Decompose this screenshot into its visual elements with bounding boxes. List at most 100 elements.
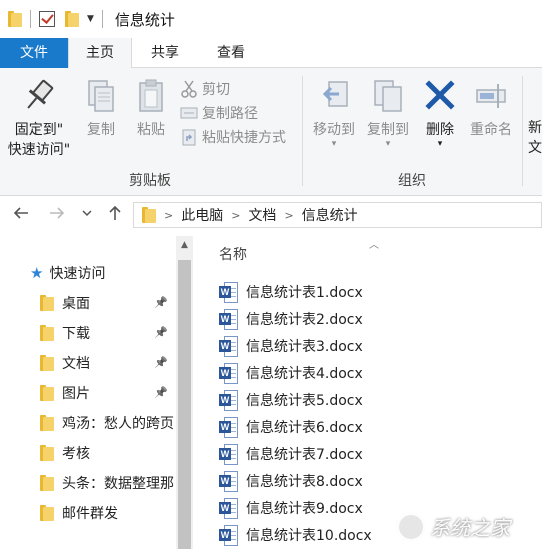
delete-button[interactable]: 删除 ▾ <box>418 78 462 149</box>
word-document-icon: W <box>219 416 238 438</box>
nav-quick-access[interactable]: ★ 快速访问 <box>0 260 176 286</box>
pinned-icon[interactable]: 📌 <box>154 296 168 309</box>
paste-shortcut-label: 粘贴快捷方式 <box>202 130 286 146</box>
nav-item-label: 桌面 <box>62 296 90 312</box>
move-to-icon <box>322 81 348 107</box>
file-row[interactable]: W 信息统计表7.docx <box>219 442 363 466</box>
nav-item[interactable]: 头条：数据整理那 <box>0 470 176 496</box>
file-row[interactable]: W 信息统计表4.docx <box>219 361 363 385</box>
nav-item-label: 邮件群发 <box>62 506 118 522</box>
breadcrumb-separator-icon[interactable]: > <box>231 209 240 222</box>
word-document-icon: W <box>219 497 238 519</box>
copy-to-label: 复制到 <box>367 122 409 138</box>
cut-button[interactable]: 剪切 <box>180 78 230 100</box>
new-folder-quick-icon[interactable] <box>65 11 79 27</box>
tab-home[interactable]: 主页 <box>68 38 132 69</box>
watermark-text: 系统之家 <box>430 516 510 540</box>
folder-icon <box>40 445 54 461</box>
recent-locations-chevron-icon[interactable] <box>80 204 94 226</box>
navigation-pane: ★ 快速访问 桌面 📌 下载 📌 文档 📌 图片 📌 鸡汤：愁人的跨页 考核 头条：数据整理那 邮件群… <box>0 236 176 549</box>
tab-file[interactable]: 文件 <box>0 38 68 68</box>
word-document-icon: W <box>219 470 238 492</box>
copy-to-dropdown-icon: ▾ <box>385 139 391 149</box>
nav-item[interactable]: 下载 📌 <box>0 320 176 346</box>
file-row[interactable]: W 信息统计表9.docx <box>219 496 363 520</box>
breadcrumb-separator-icon[interactable]: > <box>164 209 173 222</box>
column-header-name[interactable]: 名称 <box>219 244 247 264</box>
nav-item-label: 头条：数据整理那 <box>62 476 174 492</box>
paste-button[interactable]: 粘贴 <box>128 78 174 140</box>
navigation-bar: > 此电脑 > 文档 > 信息统计 <box>0 196 542 236</box>
scissors-icon <box>180 80 198 98</box>
nav-pane-scrollbar[interactable]: ▲ <box>176 236 193 549</box>
file-row[interactable]: W 信息统计表1.docx <box>219 280 363 304</box>
nav-item[interactable]: 邮件群发 <box>0 500 176 526</box>
scroll-thumb[interactable] <box>178 260 191 549</box>
new-label-partial-2: 文 <box>528 140 542 156</box>
word-document-icon: W <box>219 389 238 411</box>
copy-label: 复制 <box>87 122 115 138</box>
pin-to-quick-access-button[interactable]: 固定到" 快速访问" <box>4 78 74 160</box>
window-title: 信息统计 <box>114 10 175 29</box>
forward-arrow-icon[interactable] <box>46 204 68 226</box>
copy-to-button[interactable]: 复制到 ▾ <box>360 78 416 149</box>
tab-view[interactable]: 查看 <box>200 38 262 68</box>
paste-label: 粘贴 <box>137 122 165 138</box>
quick-access-star-icon: ★ <box>30 264 44 282</box>
up-arrow-icon[interactable] <box>104 204 126 226</box>
pictures-folder-icon <box>40 385 54 401</box>
delete-x-icon <box>425 80 455 110</box>
folder-icon <box>40 505 54 521</box>
sort-ascending-icon: ︿ <box>369 240 379 251</box>
move-to-button[interactable]: 移动到 ▾ <box>306 78 362 149</box>
new-button-partial[interactable]: 新 文 <box>528 118 542 158</box>
nav-item[interactable]: 桌面 📌 <box>0 290 176 316</box>
file-row[interactable]: W 信息统计表10.docx <box>219 523 372 547</box>
file-row[interactable]: W 信息统计表2.docx <box>219 307 363 331</box>
file-row[interactable]: W 信息统计表8.docx <box>219 469 363 493</box>
pinned-icon[interactable]: 📌 <box>154 356 168 369</box>
file-row[interactable]: W 信息统计表6.docx <box>219 415 363 439</box>
address-bar[interactable]: > 此电脑 > 文档 > 信息统计 <box>133 202 542 228</box>
nav-item-label: 鸡汤：愁人的跨页 <box>62 416 174 432</box>
delete-label: 删除 <box>426 122 454 138</box>
copy-button[interactable]: 复制 <box>78 78 124 140</box>
word-document-icon: W <box>219 281 238 303</box>
breadcrumb-this-pc[interactable]: 此电脑 <box>181 205 223 225</box>
copy-path-button[interactable]: 复制路径 <box>180 102 258 124</box>
paste-shortcut-button[interactable]: 粘贴快捷方式 <box>180 126 286 148</box>
properties-check-icon[interactable] <box>39 11 55 27</box>
nav-item[interactable]: 考核 <box>0 440 176 466</box>
pinned-icon[interactable]: 📌 <box>154 386 168 399</box>
nav-item[interactable]: 图片 📌 <box>0 380 176 406</box>
file-name: 信息统计表5.docx <box>246 393 363 409</box>
nav-item[interactable]: 鸡汤：愁人的跨页 <box>0 410 176 436</box>
move-to-dropdown-icon: ▾ <box>331 139 337 149</box>
nav-item-label: 文档 <box>62 356 90 372</box>
file-name: 信息统计表3.docx <box>246 339 363 355</box>
divider <box>30 10 31 28</box>
window-folder-icon <box>8 11 22 27</box>
new-label-partial-1: 新 <box>528 120 542 136</box>
back-arrow-icon[interactable] <box>10 204 32 226</box>
breadcrumb-current-folder[interactable]: 信息统计 <box>302 205 358 225</box>
nav-item[interactable]: 文档 📌 <box>0 350 176 376</box>
file-name: 信息统计表1.docx <box>246 285 363 301</box>
download-folder-icon <box>40 325 54 341</box>
file-row[interactable]: W 信息统计表3.docx <box>219 334 363 358</box>
file-name: 信息统计表7.docx <box>246 447 363 463</box>
breadcrumb-separator-icon[interactable]: > <box>284 209 293 222</box>
nav-item-label: 考核 <box>62 446 90 462</box>
copy-icon <box>88 80 114 112</box>
file-row[interactable]: W 信息统计表5.docx <box>219 388 363 412</box>
rename-label: 重命名 <box>470 122 512 138</box>
pinned-icon[interactable]: 📌 <box>154 326 168 339</box>
scroll-up-arrow-icon[interactable]: ▲ <box>176 240 193 254</box>
word-document-icon: W <box>219 335 238 357</box>
site-watermark: 系统之家 <box>396 504 542 549</box>
tab-share[interactable]: 共享 <box>134 38 196 68</box>
breadcrumb-documents[interactable]: 文档 <box>248 205 276 225</box>
rename-button[interactable]: 重命名 <box>464 78 518 140</box>
cut-label: 剪切 <box>202 82 230 98</box>
quick-access-dropdown-icon[interactable]: ▼ <box>87 14 94 24</box>
